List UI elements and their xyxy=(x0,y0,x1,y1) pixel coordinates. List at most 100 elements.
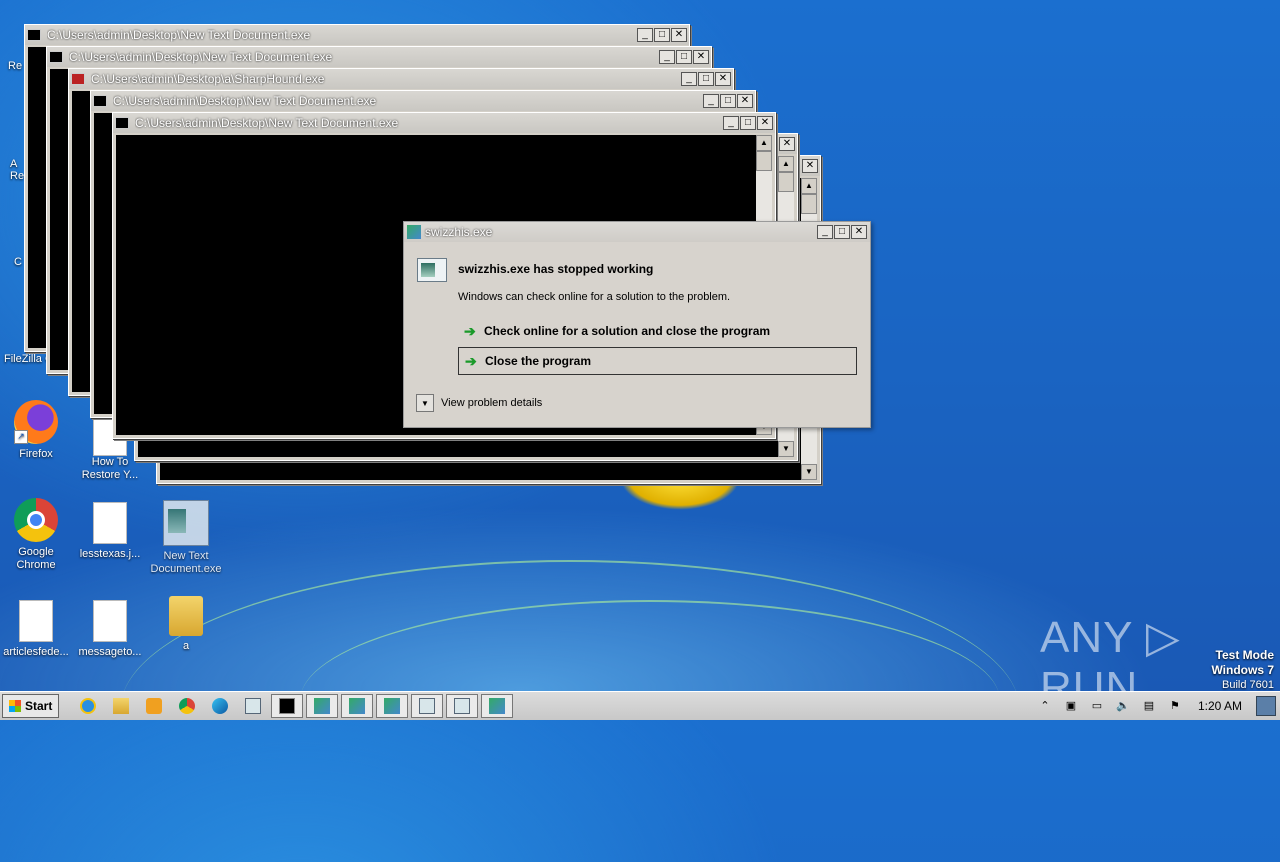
desktop-icon-folder-a[interactable]: a xyxy=(150,596,222,653)
scroll-up-arrow-icon[interactable]: ▲ xyxy=(756,135,772,151)
desktop-icon-firefox[interactable]: ↗ Firefox xyxy=(0,400,72,461)
desktop-icon-new-text-document[interactable]: New Text Document.exe xyxy=(150,500,222,576)
dialog-titlebar[interactable]: swizzhis.exe _ □ ✕ xyxy=(404,222,870,242)
console-titlebar[interactable]: C:\Users\admin\Desktop\New Text Document… xyxy=(47,47,711,67)
document-icon xyxy=(93,600,127,642)
task-taskbar-button[interactable] xyxy=(446,694,479,718)
maximize-button[interactable]: □ xyxy=(834,225,850,239)
green-arrow-icon: ➔ xyxy=(465,353,477,369)
maximize-button[interactable]: □ xyxy=(740,116,756,130)
maximize-button[interactable]: □ xyxy=(654,28,670,42)
green-arrow-icon: ➔ xyxy=(464,323,476,339)
close-button[interactable]: ✕ xyxy=(737,94,753,108)
scrollbar-thumb[interactable] xyxy=(778,172,794,192)
scrollbar-thumb[interactable] xyxy=(756,151,772,171)
close-button[interactable]: ✕ xyxy=(779,137,795,151)
task-taskbar-button[interactable] xyxy=(411,694,444,718)
maximize-button[interactable]: □ xyxy=(720,94,736,108)
flag-icon[interactable]: ⚑ xyxy=(1167,699,1183,713)
program-icon xyxy=(417,258,447,282)
explorer-taskbar-icon[interactable] xyxy=(106,695,136,717)
dialog-description: Windows can check online for a solution … xyxy=(458,291,731,303)
start-label: Start xyxy=(25,699,53,713)
error-dialog[interactable]: swizzhis.exe _ □ ✕ swizzhis.exe has stop… xyxy=(403,221,871,428)
chrome-taskbar-icon[interactable] xyxy=(172,695,202,717)
network-icon[interactable]: ▭ xyxy=(1089,699,1105,713)
desktop-icon-google-chrome[interactable]: Google Chrome xyxy=(0,498,72,572)
os-label: Windows 7 xyxy=(1211,663,1274,677)
close-button[interactable]: ✕ xyxy=(671,28,687,42)
desktop-icon-label: Firefox xyxy=(19,448,53,460)
scroll-down-arrow-icon[interactable]: ▼ xyxy=(801,464,817,480)
shortcut-arrow-icon: ↗ xyxy=(14,430,28,444)
console-titlebar[interactable]: C:\Users\admin\Desktop\New Text Document… xyxy=(25,25,689,45)
desktop-icon-label: Google Chrome xyxy=(16,546,56,571)
scroll-up-arrow-icon[interactable]: ▲ xyxy=(801,178,817,194)
desktop-partial-label: C xyxy=(14,256,22,268)
close-button[interactable]: ✕ xyxy=(851,225,867,239)
desktop-partial-label: Re xyxy=(8,60,23,72)
option-label: Check online for a solution and close th… xyxy=(484,324,771,338)
task-taskbar-button[interactable] xyxy=(341,694,374,718)
close-button[interactable]: ✕ xyxy=(757,116,773,130)
task-taskbar-button[interactable] xyxy=(376,694,409,718)
desktop-icon-articlesfede[interactable]: articlesfede... xyxy=(0,600,72,659)
minimize-button[interactable]: _ xyxy=(681,72,697,86)
close-program-option[interactable]: ➔ Close the program xyxy=(458,347,857,375)
show-desktop-button[interactable] xyxy=(1256,696,1276,716)
minimize-button[interactable]: _ xyxy=(659,50,675,64)
maximize-button[interactable]: □ xyxy=(676,50,692,64)
cmd-taskbar-button[interactable] xyxy=(271,694,304,718)
start-button[interactable]: Start xyxy=(2,694,60,718)
taskbar: Start ⌃ ▣ ▭ 🔈 ▤ ⚑ 1:20 AM xyxy=(0,691,1280,720)
desktop-icon-messageto[interactable]: messageto... xyxy=(74,600,146,659)
desktop-icon-label: a xyxy=(182,640,190,652)
console-icon xyxy=(27,29,41,41)
scrollbar-thumb[interactable] xyxy=(801,194,817,214)
minimize-button[interactable]: _ xyxy=(723,116,739,130)
ie-taskbar-icon[interactable] xyxy=(73,695,103,717)
chevron-down-icon[interactable]: ▼ xyxy=(416,394,434,412)
minimize-button[interactable]: _ xyxy=(637,28,653,42)
windows-logo-icon xyxy=(9,700,21,712)
desktop-icon-label: articlesfede... xyxy=(3,646,69,658)
test-mode-label: Test Mode xyxy=(1215,648,1274,662)
close-button[interactable]: ✕ xyxy=(802,159,818,173)
close-button[interactable]: ✕ xyxy=(693,50,709,64)
console-titlebar[interactable]: C:\Users\admin\Desktop\New Text Document… xyxy=(91,91,755,111)
desktop-icon-label: lesstexas.j... xyxy=(79,548,141,560)
executable-icon xyxy=(163,500,209,546)
console-icon xyxy=(49,51,63,63)
task-taskbar-button[interactable] xyxy=(481,694,514,718)
window-title: C:\Users\admin\Desktop\New Text Document… xyxy=(69,50,333,64)
media-player-taskbar-icon[interactable] xyxy=(139,695,169,717)
window-title: C:\Users\admin\Desktop\a\SharpHound.exe xyxy=(91,72,325,86)
chrome-icon xyxy=(14,498,58,542)
maximize-button[interactable]: □ xyxy=(698,72,714,86)
build-label: Build 7601 xyxy=(1222,679,1274,691)
view-details-toggle[interactable]: ▼ View problem details xyxy=(416,394,542,412)
scroll-up-arrow-icon[interactable]: ▲ xyxy=(778,156,794,172)
console-titlebar[interactable]: C:\Users\admin\Desktop\New Text Document… xyxy=(113,113,775,133)
console-titlebar[interactable]: C:\Users\admin\Desktop\a\SharpHound.exe _… xyxy=(69,69,733,89)
details-label: View problem details xyxy=(441,397,543,409)
dialog-heading: swizzhis.exe has stopped working xyxy=(458,262,654,276)
window-title: C:\Users\admin\Desktop\New Text Document… xyxy=(47,28,311,42)
clock[interactable]: 1:20 AM xyxy=(1198,699,1242,713)
display-icon[interactable]: ▤ xyxy=(1141,699,1157,713)
scroll-down-arrow-icon[interactable]: ▼ xyxy=(778,441,794,457)
action-center-icon[interactable]: ▣ xyxy=(1063,699,1079,713)
check-online-option[interactable]: ➔ Check online for a solution and close … xyxy=(458,317,857,345)
close-button[interactable]: ✕ xyxy=(715,72,731,86)
show-hidden-icons-icon[interactable]: ⌃ xyxy=(1037,699,1053,713)
console-icon xyxy=(115,117,129,129)
minimize-button[interactable]: _ xyxy=(703,94,719,108)
edge-taskbar-icon[interactable] xyxy=(205,695,235,717)
volume-icon[interactable]: 🔈 xyxy=(1115,699,1131,713)
desktop-icon-lesstexas[interactable]: lesstexas.j... xyxy=(74,502,146,561)
task-taskbar-button[interactable] xyxy=(306,694,339,718)
system-tray: ⌃ ▣ ▭ 🔈 ▤ ⚑ 1:20 AM xyxy=(1032,693,1280,719)
app-taskbar-icon[interactable] xyxy=(238,695,268,717)
console-icon xyxy=(71,73,85,85)
minimize-button[interactable]: _ xyxy=(817,225,833,239)
